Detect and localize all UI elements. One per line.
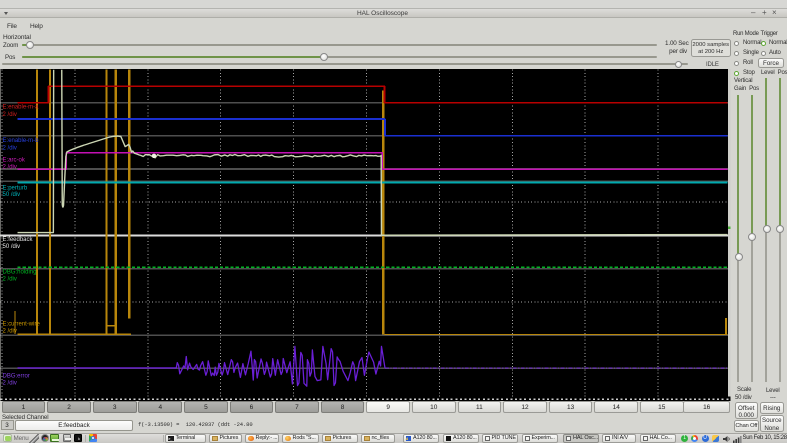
svg-text:2 /div: 2 /div: [3, 164, 17, 170]
svg-text:2 /div: 2 /div: [3, 276, 17, 282]
svg-text:2 /div: 2 /div: [3, 380, 17, 386]
svg-text:E:arc-ok: E:arc-ok: [3, 157, 25, 163]
svg-text:DBG:holding: DBG:holding: [3, 269, 37, 275]
svg-text:2 /div: 2 /div: [3, 145, 17, 151]
svg-text:50 /div: 50 /div: [3, 244, 21, 250]
svg-text:E:enable-m-a: E:enable-m-a: [3, 104, 40, 110]
svg-text:E:perturb: E:perturb: [3, 185, 28, 191]
svg-text:E:current-wire: E:current-wire: [3, 321, 41, 327]
svg-text:50 /div: 50 /div: [3, 192, 21, 198]
svg-text:E:feedback: E:feedback: [3, 237, 33, 243]
svg-text:2 /div: 2 /div: [3, 328, 17, 334]
svg-text:E:enable-m-b: E:enable-m-b: [3, 137, 40, 143]
svg-text:2 /div: 2 /div: [3, 111, 17, 117]
svg-text:DBG:error: DBG:error: [3, 373, 30, 379]
